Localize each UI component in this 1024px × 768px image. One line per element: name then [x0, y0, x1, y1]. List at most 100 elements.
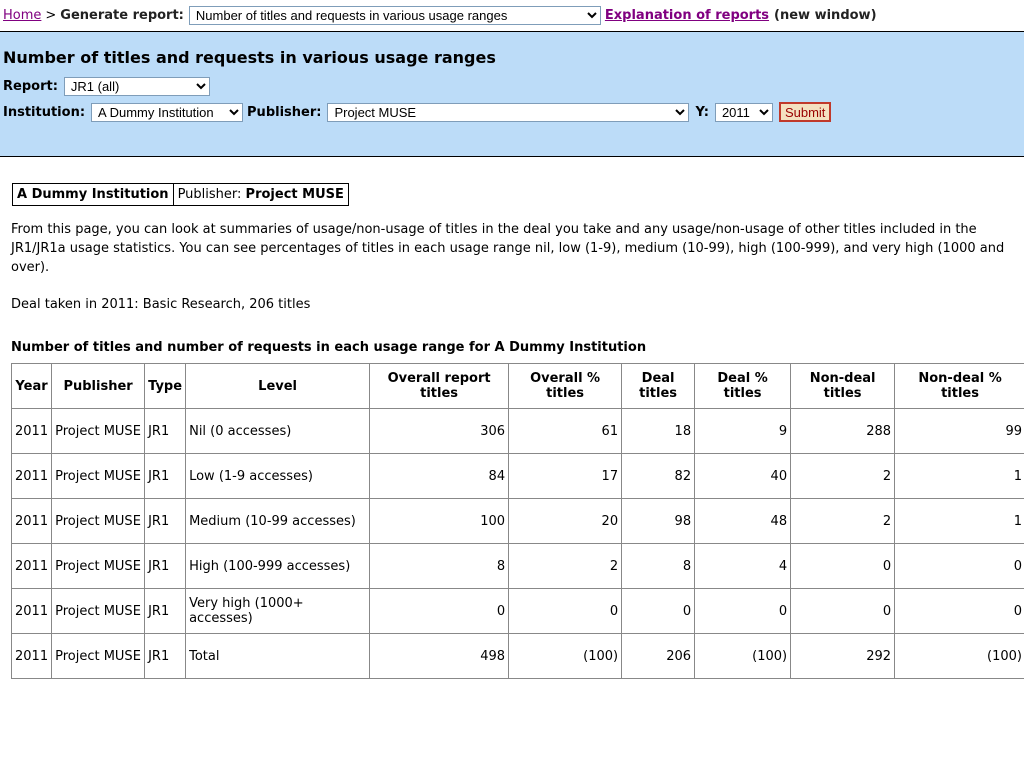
table-cell: 9 — [694, 408, 792, 454]
table-cell: 0 — [621, 588, 696, 634]
summary-publisher-cell: Publisher: Project MUSE — [172, 183, 349, 206]
table-row: 2011 Project MUSE JR1 Low (1-9 accesses)… — [10, 453, 1024, 499]
table-cell: 2011 — [10, 498, 53, 544]
table-cell: 1 — [894, 498, 1024, 544]
table-cell: Nil (0 accesses) — [185, 408, 371, 454]
table-header-row: Year Publisher Type Level Overall report… — [10, 363, 1024, 409]
table-cell: Project MUSE — [51, 633, 146, 679]
home-link[interactable]: Home — [3, 8, 41, 23]
column-header: Publisher — [51, 363, 146, 409]
table-row: 2011 Project MUSE JR1 Nil (0 accesses) 3… — [10, 408, 1024, 454]
table-cell: 84 — [369, 453, 510, 499]
table-row-total: 2011 Project MUSE JR1 Total 498 (100) 20… — [10, 633, 1024, 679]
table-cell: 2 — [790, 453, 896, 499]
column-header: Non-deal titles — [790, 363, 896, 409]
year-select[interactable]: 2011 — [714, 102, 773, 122]
usage-range-table: Year Publisher Type Level Overall report… — [10, 363, 1024, 679]
column-header: Overall report titles — [369, 363, 510, 409]
report-label: Report: — [3, 79, 58, 94]
table-cell: (100) — [694, 633, 792, 679]
table-cell: JR1 — [144, 453, 187, 499]
table-cell: 100 — [369, 498, 510, 544]
explanation-of-reports-link[interactable]: Explanation of reports — [605, 8, 769, 23]
table-cell: 288 — [790, 408, 896, 454]
table-cell: 61 — [508, 408, 623, 454]
column-header: Deal titles — [621, 363, 696, 409]
table-cell: 4 — [694, 543, 792, 589]
intro-paragraph: From this page, you can look at summarie… — [11, 222, 1005, 275]
breadcrumb-separator: > — [45, 8, 57, 23]
table-cell: Project MUSE — [51, 588, 146, 634]
table-row: 2011 Project MUSE JR1 Very high (1000+ a… — [10, 588, 1024, 634]
table-cell: 0 — [894, 588, 1024, 634]
table-cell: 99 — [894, 408, 1024, 454]
institution-label: Institution: — [3, 104, 86, 120]
table-cell: 0 — [369, 588, 510, 634]
table-cell: 306 — [369, 408, 510, 454]
table-cell: 98 — [621, 498, 696, 544]
table-cell: 1 — [894, 453, 1024, 499]
page-title: Number of titles and requests in various… — [3, 48, 496, 67]
new-window-note: (new window) — [774, 8, 877, 23]
table-cell: 498 — [369, 633, 510, 679]
table-cell: Project MUSE — [51, 453, 146, 499]
table-cell: 2011 — [10, 453, 53, 499]
table-cell: 2011 — [10, 633, 53, 679]
table-cell: 0 — [694, 588, 792, 634]
submit-button[interactable]: Submit — [778, 102, 832, 122]
table-cell: 18 — [621, 408, 696, 454]
selection-summary-box: A Dummy Institution Publisher: Project M… — [12, 183, 349, 206]
table-cell: 292 — [790, 633, 896, 679]
table-cell: 20 — [508, 498, 623, 544]
table-cell: 2011 — [10, 543, 53, 589]
table-cell: 0 — [790, 588, 896, 634]
table-cell: (100) — [894, 633, 1024, 679]
table-cell: 2011 — [10, 408, 53, 454]
table-cell: 40 — [694, 453, 792, 499]
column-header: Deal % titles — [694, 363, 792, 409]
table-cell: Project MUSE — [51, 408, 146, 454]
table-cell: 206 — [621, 633, 696, 679]
summary-publisher: Project MUSE — [245, 187, 344, 202]
table-cell: 82 — [621, 453, 696, 499]
table-cell: JR1 — [144, 498, 187, 544]
publisher-select[interactable]: Project MUSE — [327, 102, 690, 122]
table-row: 2011 Project MUSE JR1 Medium (10-99 acce… — [10, 498, 1024, 544]
table-cell: 2 — [508, 543, 623, 589]
table-cell: 2 — [790, 498, 896, 544]
column-header: Level — [185, 363, 371, 409]
table-cell: Medium (10-99 accesses) — [185, 498, 371, 544]
report-settings-panel: Number of titles and requests in various… — [0, 32, 1024, 157]
report-row: Report: JR1 (all) — [3, 77, 1021, 96]
table-cell: 0 — [790, 543, 896, 589]
table-cell: 0 — [508, 588, 623, 634]
table-row: 2011 Project MUSE JR1 High (100-999 acce… — [10, 543, 1024, 589]
summary-institution: A Dummy Institution — [12, 183, 174, 206]
column-header: Type — [144, 363, 187, 409]
table-cell: Project MUSE — [51, 498, 146, 544]
table-cell: JR1 — [144, 408, 187, 454]
report-type-select[interactable]: Number of titles and requests in various… — [188, 6, 601, 25]
table-cell: JR1 — [144, 633, 187, 679]
table-cell: 0 — [894, 543, 1024, 589]
institution-select[interactable]: A Dummy Institution — [91, 102, 244, 122]
table-cell: Project MUSE — [51, 543, 146, 589]
table-cell: 2011 — [10, 588, 53, 634]
summary-publisher-label: Publisher: — [177, 187, 242, 202]
table-heading: Number of titles and number of requests … — [11, 340, 647, 355]
column-header: Overall % titles — [508, 363, 623, 409]
generate-report-label: Generate report: — [60, 8, 184, 23]
table-cell: 8 — [621, 543, 696, 589]
column-header: Year — [10, 363, 53, 409]
report-select[interactable]: JR1 (all) — [63, 77, 210, 96]
column-header: Non-deal % titles — [894, 363, 1024, 409]
table-cell: 48 — [694, 498, 792, 544]
table-cell: High (100-999 accesses) — [185, 543, 371, 589]
filters-row: Institution: A Dummy Institution Publish… — [3, 102, 1021, 122]
table-cell: (100) — [508, 633, 623, 679]
top-navigation-bar: Home > Generate report: Number of titles… — [0, 0, 1024, 32]
table-cell: Very high (1000+ accesses) — [185, 588, 371, 634]
year-label: Y: — [695, 104, 709, 120]
publisher-label: Publisher: — [247, 104, 322, 120]
table-cell: Low (1-9 accesses) — [185, 453, 371, 499]
